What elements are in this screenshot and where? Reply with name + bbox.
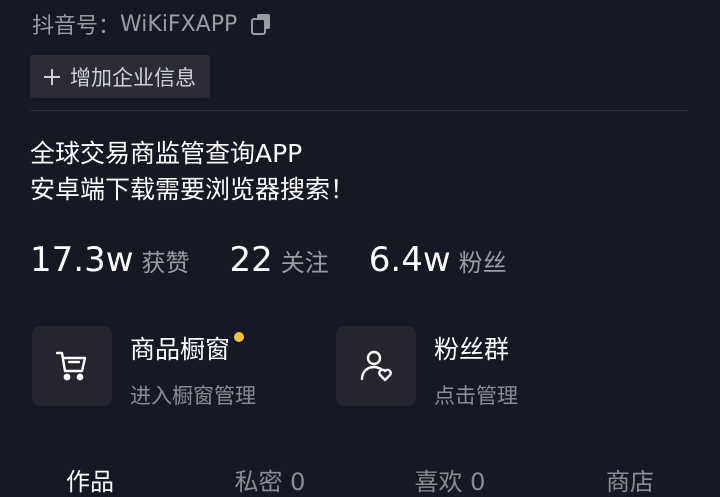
stat-followers[interactable]: 6.4w 粉丝 [369, 240, 507, 280]
add-enterprise-info-button[interactable]: 增加企业信息 [30, 55, 210, 98]
fan-group-icon [360, 350, 392, 382]
fan-group-card[interactable]: 粉丝群 点击管理 [336, 326, 518, 410]
add-enterprise-label: 增加企业信息 [70, 65, 196, 90]
product-showcase-card[interactable]: 商品橱窗 进入橱窗管理 [32, 326, 256, 410]
profile-bio: 全球交易商监管查询APP 安卓端下载需要浏览器搜索！ [30, 136, 355, 208]
douyin-id-row: 抖音号： WiKiFXAPP [32, 8, 273, 40]
plus-icon [42, 67, 62, 87]
content-tabs: 作品 私密 0 喜欢 0 商店 [0, 462, 720, 496]
douyin-id-label: 抖音号： [32, 14, 121, 39]
stat-following[interactable]: 22 关注 [230, 240, 329, 280]
stat-likes-value: 17.3w [30, 240, 134, 280]
tab-works[interactable]: 作品 [0, 462, 180, 496]
stat-followers-label: 粉丝 [458, 249, 507, 277]
copy-icon[interactable] [249, 12, 273, 36]
stat-likes[interactable]: 17.3w 获赞 [30, 240, 190, 280]
tab-private[interactable]: 私密 0 [180, 462, 360, 496]
stats-row: 17.3w 获赞 22 关注 6.4w 粉丝 [30, 240, 547, 280]
stat-likes-label: 获赞 [141, 249, 190, 277]
tab-likes[interactable]: 喜欢 0 [360, 462, 540, 496]
bio-line-2: 安卓端下载需要浏览器搜索！ [30, 175, 356, 204]
bio-line-1: 全球交易商监管查询APP [30, 139, 303, 168]
notification-dot [234, 332, 245, 342]
product-showcase-title: 商品橱窗 [130, 330, 245, 366]
stat-following-value: 22 [229, 240, 273, 280]
divider [30, 110, 688, 111]
cart-icon-box [32, 326, 112, 406]
fan-group-title: 粉丝群 [434, 335, 510, 364]
stat-following-label: 关注 [280, 249, 329, 277]
tab-shop[interactable]: 商店 [540, 462, 720, 496]
cart-icon [55, 351, 87, 381]
fan-group-icon-box [336, 326, 416, 406]
product-showcase-subtitle: 进入橱窗管理 [130, 384, 256, 408]
stat-followers-value: 6.4w [368, 240, 451, 280]
fan-group-subtitle: 点击管理 [434, 384, 518, 408]
douyin-id-value: WiKiFXAPP [120, 11, 238, 37]
